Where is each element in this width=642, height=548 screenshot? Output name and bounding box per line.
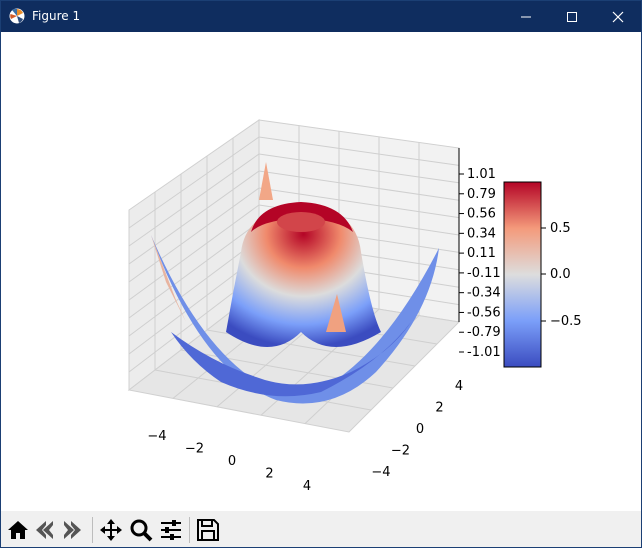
x-axis: −4 −2 0 2 4 (147, 429, 311, 494)
x-tick-label: 0 (228, 454, 236, 469)
save-disk-icon (197, 519, 219, 541)
figure-window: Figure 1 1.01 0.79 0.56 0.34 0.11 -0.11 … (0, 0, 642, 548)
forward-button[interactable] (59, 517, 85, 543)
configure-subplots-button[interactable] (158, 517, 184, 543)
navigation-toolbar (1, 511, 641, 547)
y-tick-label: 0 (416, 422, 424, 437)
home-button[interactable] (5, 517, 31, 543)
y-tick-label: 4 (455, 379, 463, 394)
forward-arrow-icon (64, 521, 81, 539)
save-button[interactable] (195, 517, 221, 543)
z-tick-label: -1.01 (467, 345, 501, 360)
surface-plot-3d[interactable]: 1.01 0.79 0.56 0.34 0.11 -0.11 -0.34 -0.56 -0.79… (1, 32, 641, 511)
x-tick-label: −2 (185, 442, 204, 457)
zoom-magnifier-icon (130, 519, 153, 542)
back-arrow-icon (36, 521, 53, 539)
x-tick-label: 2 (265, 467, 273, 482)
y-tick-label: −2 (391, 444, 410, 459)
pan-arrows-icon (100, 519, 122, 541)
minimize-button[interactable] (503, 1, 549, 32)
toolbar-separator (92, 517, 93, 543)
x-tick-label: 4 (303, 479, 311, 494)
y-tick-label: 2 (435, 401, 443, 416)
back-button[interactable] (32, 517, 58, 543)
maximize-icon (567, 12, 577, 22)
z-tick-label: -0.56 (467, 305, 501, 320)
maximize-button[interactable] (549, 1, 595, 32)
colorbar-ticks: 0.5 0.0 −0.5 (541, 221, 582, 329)
pan-button[interactable] (98, 517, 124, 543)
z-tick-label: 0.11 (467, 246, 496, 261)
close-button[interactable] (595, 1, 641, 32)
z-tick-label: -0.34 (467, 286, 501, 301)
window-title: Figure 1 (32, 9, 81, 23)
z-tick-label: 0.56 (467, 207, 496, 222)
colorbar-tick-label: 0.0 (550, 267, 571, 282)
matplotlib-logo-icon (9, 8, 25, 24)
y-tick-label: −4 (371, 465, 390, 480)
home-icon (8, 521, 28, 539)
z-tick-label: -0.79 (467, 325, 501, 340)
z-axis: 1.01 0.79 0.56 0.34 0.11 -0.11 -0.34 -0.56 -0.79… (458, 148, 501, 360)
zoom-button[interactable] (128, 517, 154, 543)
close-icon (612, 11, 624, 23)
z-tick-label: 0.34 (467, 226, 496, 241)
z-tick-label: -0.11 (467, 266, 501, 281)
figure-canvas[interactable]: 1.01 0.79 0.56 0.34 0.11 -0.11 -0.34 -0.56 -0.79… (1, 32, 641, 511)
colorbar (503, 181, 542, 368)
colorbar-tick-label: −0.5 (550, 314, 582, 329)
colorbar-tick-label: 0.5 (550, 221, 571, 236)
z-tick-label: 0.79 (467, 187, 496, 202)
configure-subplots-icon (161, 520, 181, 540)
minimize-icon (521, 16, 531, 18)
x-tick-label: −4 (147, 429, 166, 444)
z-tick-label: 1.01 (467, 167, 496, 182)
toolbar-separator (189, 517, 190, 543)
title-bar[interactable]: Figure 1 (1, 1, 641, 32)
